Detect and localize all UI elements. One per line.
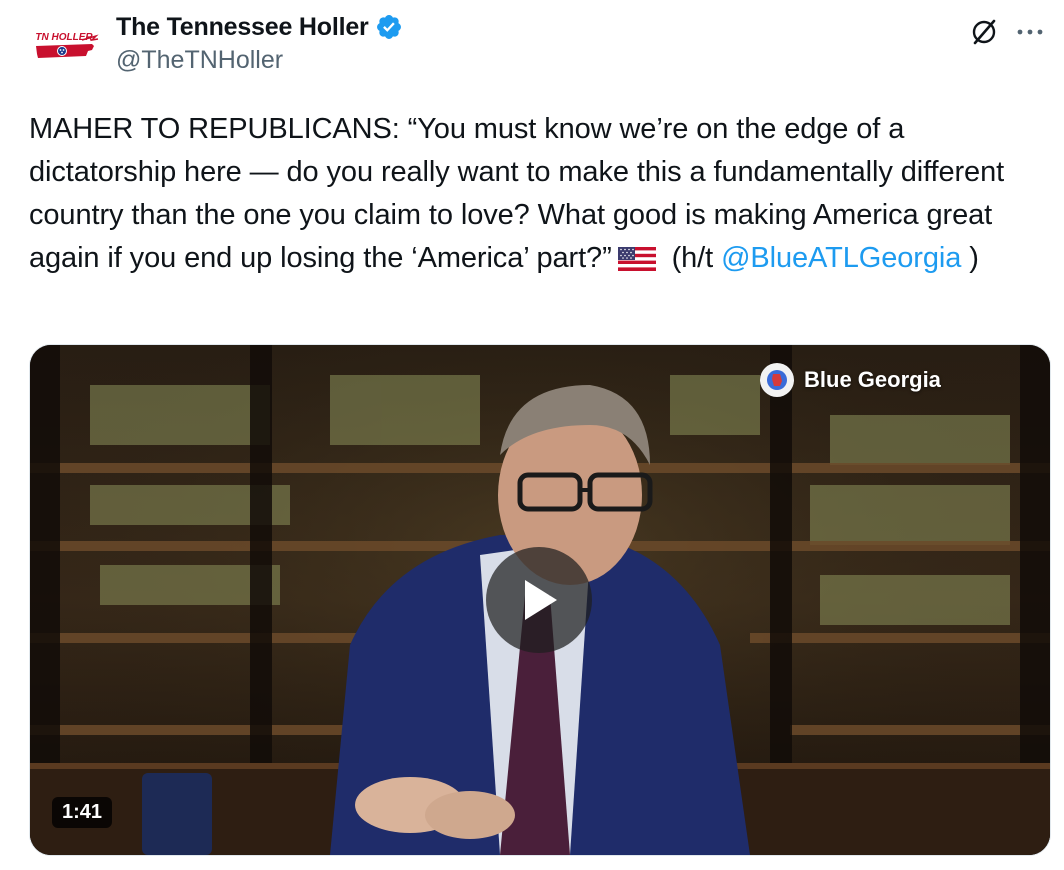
tweet-text-closing: ) [969,242,979,274]
handle[interactable]: @TheTNHoller [116,46,403,75]
grok-icon[interactable] [966,14,1002,50]
svg-text:TN HOLLER: TN HOLLER [35,32,93,43]
mention-link[interactable]: @BlueATLGeorgia [721,242,961,274]
watermark: Blue Georgia [760,363,941,397]
verified-badge-icon[interactable] [375,13,403,41]
tn-holler-logo: TN HOLLER [35,32,99,58]
avatar[interactable]: TN HOLLER [22,10,106,94]
play-icon [525,580,557,620]
author-info: The Tennessee Holler @TheTNHoller [116,10,403,75]
play-button[interactable] [486,547,592,653]
video-duration: 1:41 [52,797,113,828]
blue-georgia-logo-icon [760,363,794,397]
name-row: The Tennessee Holler [116,10,403,44]
us-flag-icon [617,241,656,284]
tweet-card: TN HOLLER The Tennessee Holler @TheTNHol… [0,0,1064,870]
video-player[interactable]: Blue Georgia 1:41 [29,344,1051,856]
watermark-text: Blue Georgia [804,367,941,392]
tweet-text: MAHER TO REPUBLICANS: “You must know we’… [29,108,1039,284]
more-options-icon[interactable] [1012,14,1048,50]
tweet-text-hat-tip: (h/t [671,242,714,274]
display-name[interactable]: The Tennessee Holler [116,13,369,42]
